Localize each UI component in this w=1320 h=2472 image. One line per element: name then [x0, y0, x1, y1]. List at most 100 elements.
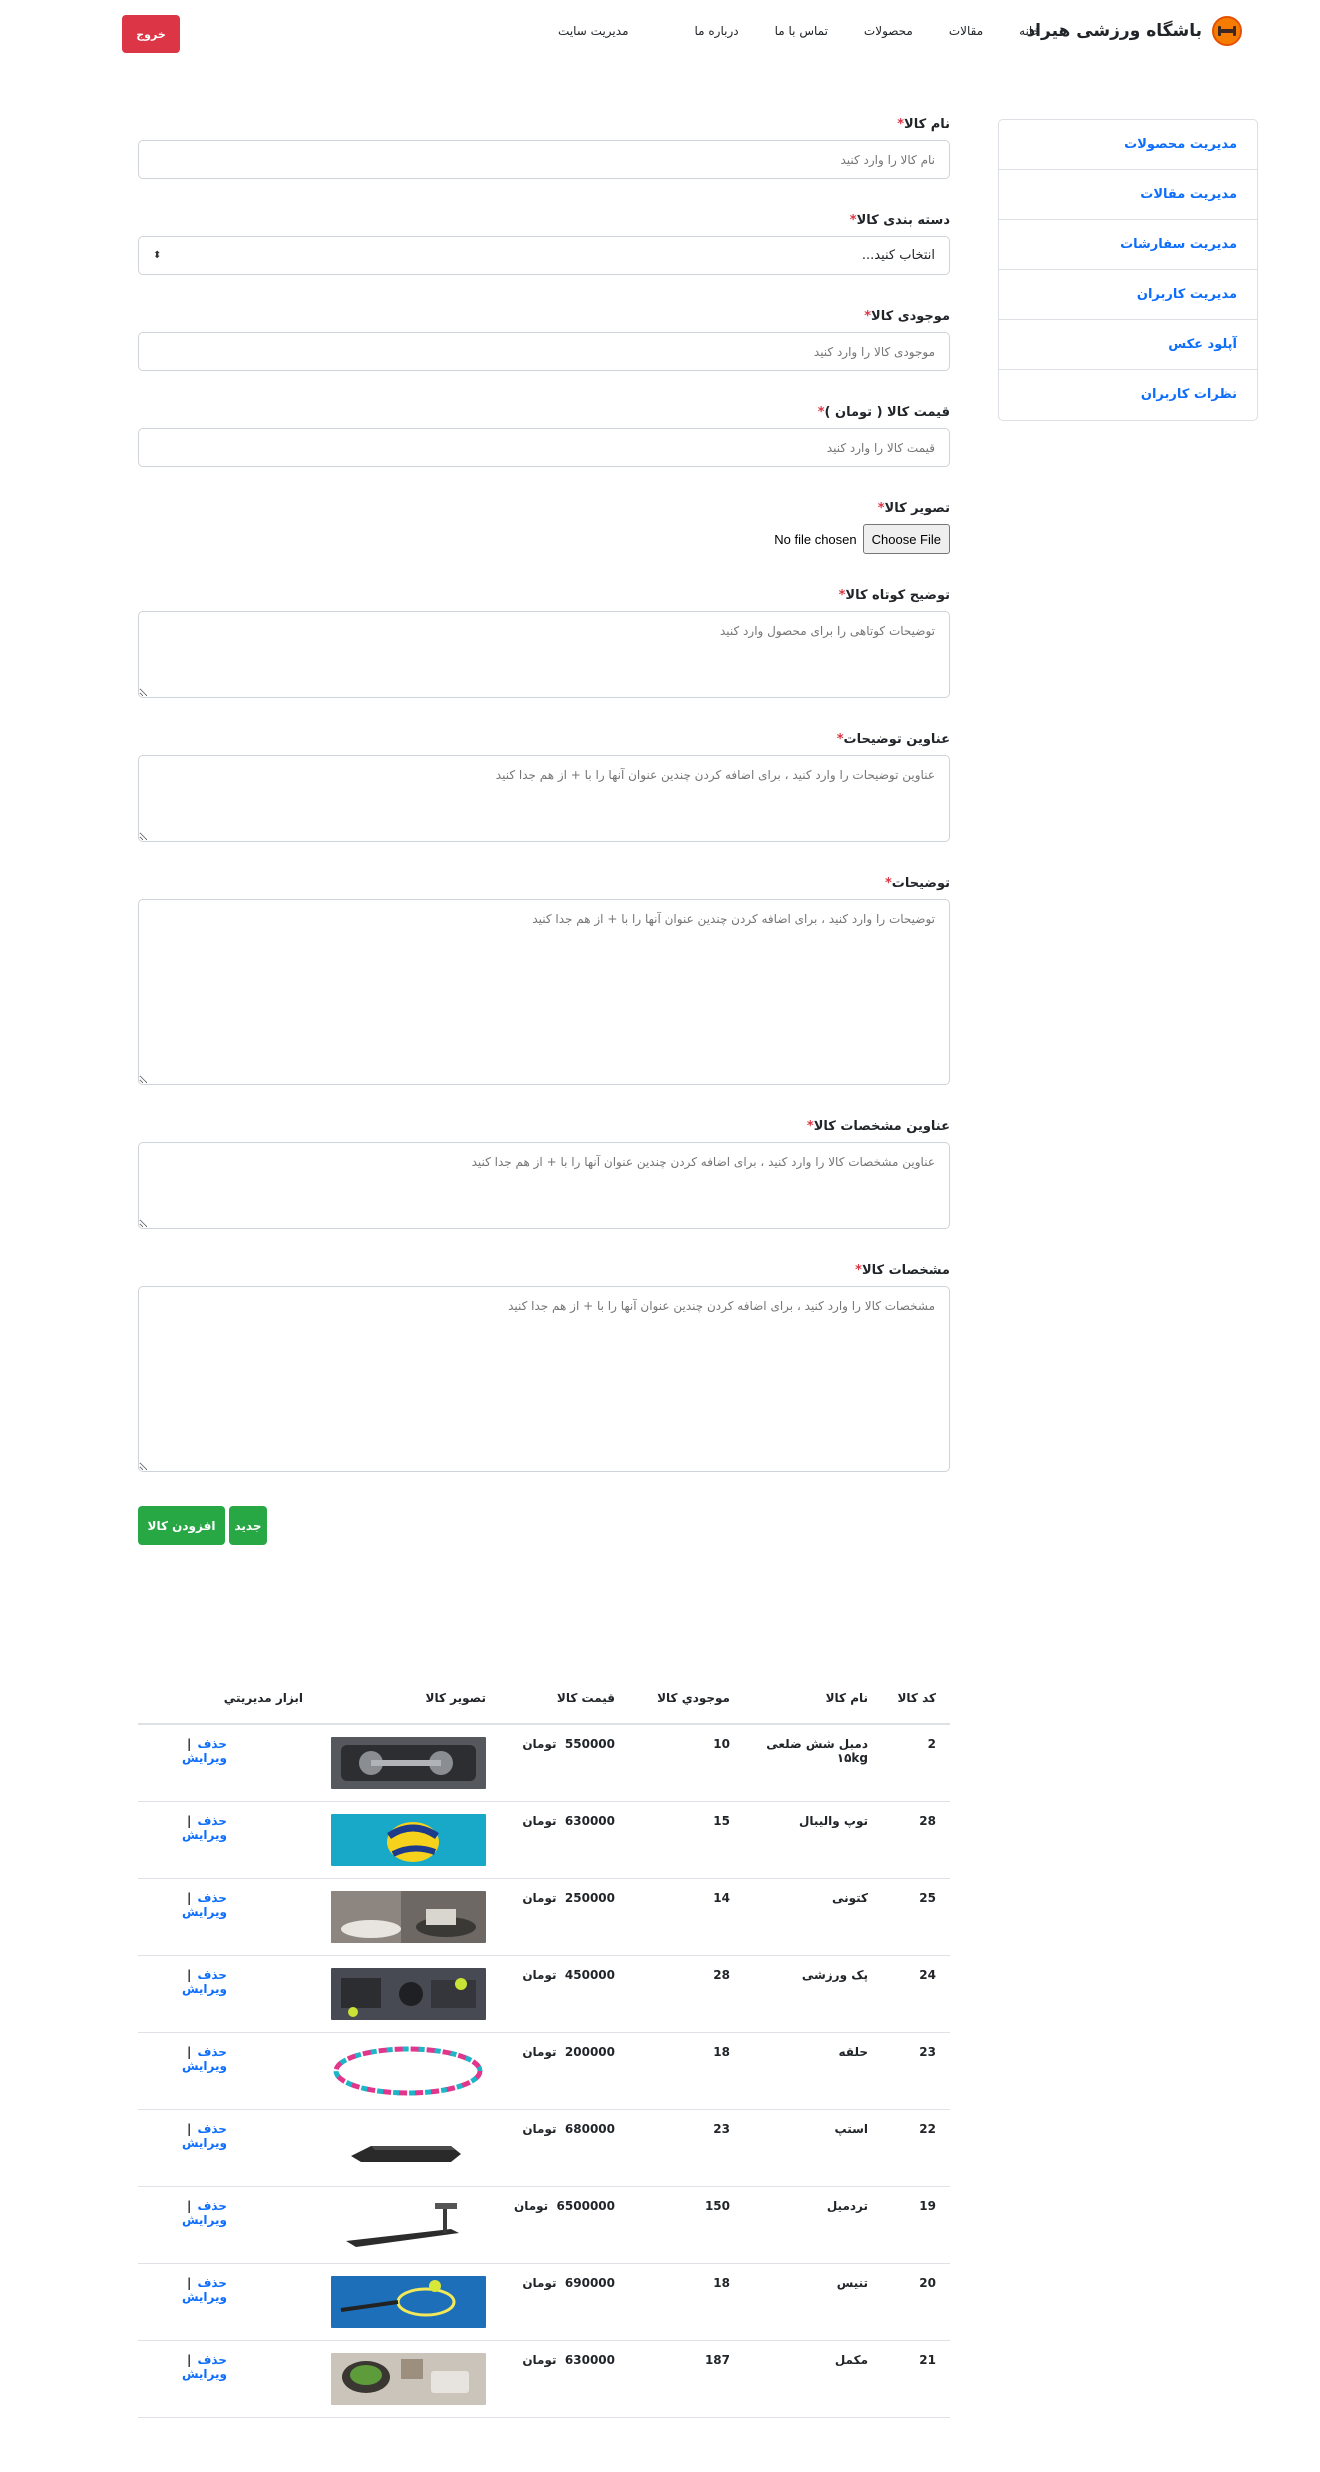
- nav-contact[interactable]: تماس با ما: [775, 24, 828, 38]
- edit-link[interactable]: ویرایش: [182, 2367, 227, 2381]
- treadmill-image: [330, 2198, 486, 2251]
- image-label: تصویر کالا*: [877, 501, 950, 516]
- stock-group: موجودی کالا*: [138, 309, 950, 405]
- price-input[interactable]: [138, 428, 950, 467]
- choose-file-button[interactable]: Choose File: [862, 524, 950, 554]
- product-name-input[interactable]: [138, 140, 950, 179]
- desc-titles-textarea[interactable]: [138, 755, 950, 842]
- new-button[interactable]: جدید: [229, 1506, 267, 1545]
- dumbbell-logo-icon: [1212, 16, 1242, 46]
- specs-label: مشخصات کالا*: [855, 1263, 950, 1278]
- brand[interactable]: باشگاه ورزشی هیراد: [1026, 16, 1242, 46]
- category-select[interactable]: انتخاب کنید... ⬍: [138, 236, 950, 275]
- price-value: 200000: [564, 2044, 615, 2059]
- price-currency: تومان: [522, 1737, 557, 1751]
- admin-sidebar: مدیریت محصولات مدیریت مقالات مدیریت سفار…: [998, 119, 1258, 421]
- cell-stock: 150: [629, 2186, 744, 2264]
- category-group: دسته بندی کالا* انتخاب کنید... ⬍: [138, 213, 950, 309]
- cell-stock: 14: [629, 1878, 744, 1956]
- separator: |: [187, 2121, 192, 2136]
- price-currency: تومان: [522, 2121, 557, 2136]
- edit-link[interactable]: ویرایش: [182, 1982, 227, 1996]
- short-desc-textarea[interactable]: [138, 611, 950, 698]
- separator: |: [187, 2044, 192, 2059]
- edit-link[interactable]: ویرایش: [182, 2290, 227, 2304]
- cell-price: 680000 تومان: [499, 2109, 629, 2187]
- cell-image: [316, 1724, 500, 1802]
- sidebar-item-users[interactable]: مدیریت کاربران: [999, 270, 1257, 320]
- nav-admin[interactable]: مدیریت سایت: [558, 24, 628, 38]
- edit-link[interactable]: ویرایش: [182, 2213, 227, 2227]
- cell-code: 25: [882, 1878, 950, 1956]
- spec-titles-group: عناوین مشخصات کالا*: [138, 1119, 950, 1263]
- stock-input[interactable]: [138, 332, 950, 371]
- cell-name: پک ورزشی: [744, 1955, 882, 2033]
- name-label: نام کالا*: [897, 117, 950, 132]
- cell-image: [316, 1878, 500, 1956]
- cell-name: توپ والیبال: [744, 1801, 882, 1879]
- desc-textarea[interactable]: [138, 899, 950, 1085]
- add-product-button[interactable]: افزودن کالا: [138, 1506, 225, 1545]
- cell-image: [316, 2340, 500, 2418]
- edit-link[interactable]: ویرایش: [182, 1828, 227, 1842]
- form-actions: جدید افزودن کالا: [138, 1506, 950, 1546]
- cell-code: 24: [882, 1955, 950, 2033]
- cell-price: 450000 تومان: [499, 1955, 629, 2033]
- cell-name: تنیس: [744, 2263, 882, 2341]
- cell-price: 550000 تومان: [499, 1724, 629, 1802]
- cell-name: تردمیل: [744, 2186, 882, 2264]
- edit-link[interactable]: ویرایش: [182, 2059, 227, 2073]
- table-row: 22 استپ 23 680000 تومان حذف|ویرایش: [138, 2109, 950, 2187]
- sidebar-item-products[interactable]: مدیریت محصولات: [999, 120, 1257, 170]
- delete-link[interactable]: حذف: [197, 2353, 227, 2367]
- cell-stock: 187: [629, 2340, 744, 2418]
- sidebar-item-comments[interactable]: نظرات کاربران: [999, 370, 1257, 420]
- edit-link[interactable]: ویرایش: [182, 2136, 227, 2150]
- price-currency: تومان: [522, 2352, 557, 2367]
- price-value: 630000: [564, 2352, 615, 2367]
- cell-price: 200000 تومان: [499, 2032, 629, 2110]
- edit-link[interactable]: ویرایش: [182, 1905, 227, 1919]
- delete-link[interactable]: حذف: [197, 1968, 227, 1982]
- sneakers-image: [330, 1890, 486, 1943]
- nav-articles[interactable]: مقالات: [949, 24, 983, 38]
- cell-price: 6500000 تومان: [499, 2186, 629, 2264]
- cell-code: 20: [882, 2263, 950, 2341]
- cell-stock: 18: [629, 2263, 744, 2341]
- delete-link[interactable]: حذف: [197, 1737, 227, 1751]
- table-body: 2 دمبل شش ضلعی ۱۵kg 10 550000 تومان حذف|ویرا…: [138, 1724, 950, 2418]
- cell-stock: 15: [629, 1801, 744, 1879]
- desc-titles-group: عناوین توضیحات*: [138, 732, 950, 876]
- sidebar-item-orders[interactable]: مدیریت سفارشات: [999, 220, 1257, 270]
- cell-image: [316, 2186, 500, 2264]
- specs-textarea[interactable]: [138, 1286, 950, 1472]
- spec-titles-textarea[interactable]: [138, 1142, 950, 1229]
- delete-link[interactable]: حذف: [197, 1891, 227, 1905]
- table-row: 24 پک ورزشی 28 450000 تومان حذف|ویرایش: [138, 1955, 950, 2033]
- spec-titles-label: عناوین مشخصات کالا*: [806, 1119, 950, 1134]
- nav-products[interactable]: محصولات: [864, 24, 913, 38]
- edit-link[interactable]: ویرایش: [182, 1751, 227, 1765]
- sport-pack-image: [330, 1967, 486, 2020]
- price-currency: تومان: [513, 2198, 549, 2213]
- delete-link[interactable]: حذف: [197, 1814, 227, 1828]
- select-arrows-icon: ⬍: [153, 250, 162, 261]
- logout-button[interactable]: خروج: [122, 15, 180, 53]
- delete-link[interactable]: حذف: [197, 2276, 227, 2290]
- cell-name: دمبل شش ضلعی ۱۵kg: [744, 1724, 882, 1802]
- cell-image: [316, 2032, 500, 2110]
- brand-name: باشگاه ورزشی هیراد: [1026, 21, 1202, 41]
- table-row: 25 کتونی 14 250000 تومان حذف|ویرایش: [138, 1878, 950, 1956]
- cell-name: استپ: [744, 2109, 882, 2187]
- desc-titles-label: عناوین توضیحات*: [836, 732, 950, 747]
- sidebar-item-articles[interactable]: مدیریت مقالات: [999, 170, 1257, 220]
- delete-link[interactable]: حذف: [197, 2122, 227, 2136]
- tennis-image: [330, 2275, 486, 2328]
- sidebar-item-upload-photo[interactable]: آپلود عکس: [999, 320, 1257, 370]
- file-status: No file chosen: [774, 531, 857, 547]
- delete-link[interactable]: حذف: [197, 2199, 227, 2213]
- delete-link[interactable]: حذف: [197, 2045, 227, 2059]
- price-currency: تومان: [522, 1890, 557, 1905]
- nav-home[interactable]: خانه: [1019, 24, 1040, 38]
- nav-about[interactable]: درباره ما: [695, 24, 739, 38]
